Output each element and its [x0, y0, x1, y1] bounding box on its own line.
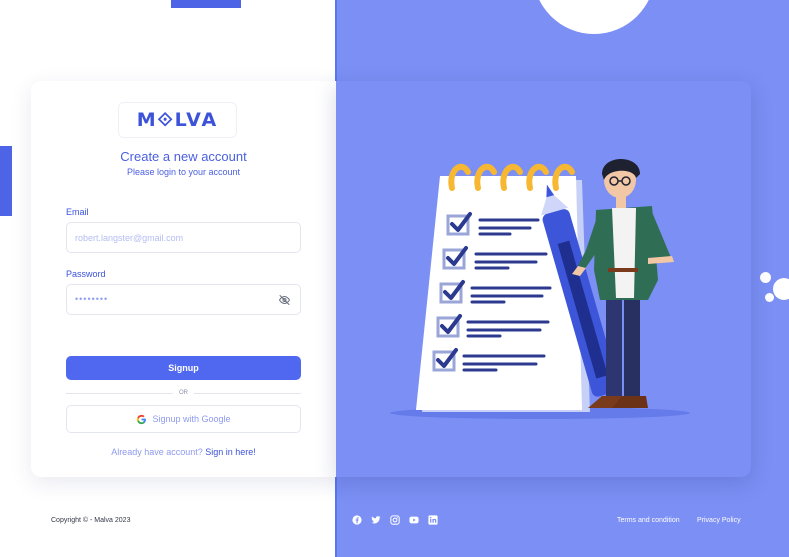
email-field[interactable]	[75, 223, 275, 252]
google-icon	[137, 414, 147, 424]
instagram-icon[interactable]	[390, 515, 400, 525]
linkedin-icon[interactable]	[428, 515, 438, 525]
facebook-icon[interactable]	[352, 515, 362, 525]
brand-logo: M⟐LVA	[118, 102, 237, 138]
signin-link[interactable]: Sign in here!	[205, 447, 256, 457]
email-field-box	[66, 222, 301, 253]
youtube-icon[interactable]	[409, 515, 419, 525]
already-text: Already have account?	[111, 447, 203, 457]
privacy-link[interactable]: Privacy Policy	[697, 517, 741, 524]
signup-button[interactable]: Signup	[66, 356, 301, 380]
divider-line	[66, 392, 173, 394]
terms-link[interactable]: Terms and condition	[617, 517, 680, 524]
decor-dot	[760, 272, 771, 283]
divider-line	[194, 392, 301, 394]
copyright-text: Copyright © - Malva 2023	[51, 517, 131, 524]
logo-text: M⟐LVA	[136, 109, 219, 131]
password-value: ••••••••	[75, 294, 109, 304]
checklist-illustration	[390, 159, 690, 419]
email-label: Email	[66, 207, 89, 217]
google-signup-button[interactable]: Signup with Google	[66, 405, 301, 433]
decor-top-bar	[171, 0, 241, 8]
signin-prompt: Already have account? Sign in here!	[66, 447, 301, 457]
or-text: OR	[179, 390, 188, 396]
page-title: Create a new account	[120, 149, 247, 164]
or-divider: OR	[66, 388, 301, 398]
decor-dot	[765, 293, 774, 302]
decor-dot	[773, 278, 789, 300]
eye-off-icon[interactable]	[278, 294, 291, 306]
decor-side-bar	[0, 146, 12, 216]
page-subtitle: Please login to your account	[126, 167, 241, 177]
social-links	[352, 515, 438, 525]
password-field[interactable]: ••••••••	[66, 284, 301, 315]
google-button-label: Signup with Google	[152, 414, 231, 424]
twitter-icon[interactable]	[371, 515, 381, 525]
password-label: Password	[66, 269, 106, 279]
